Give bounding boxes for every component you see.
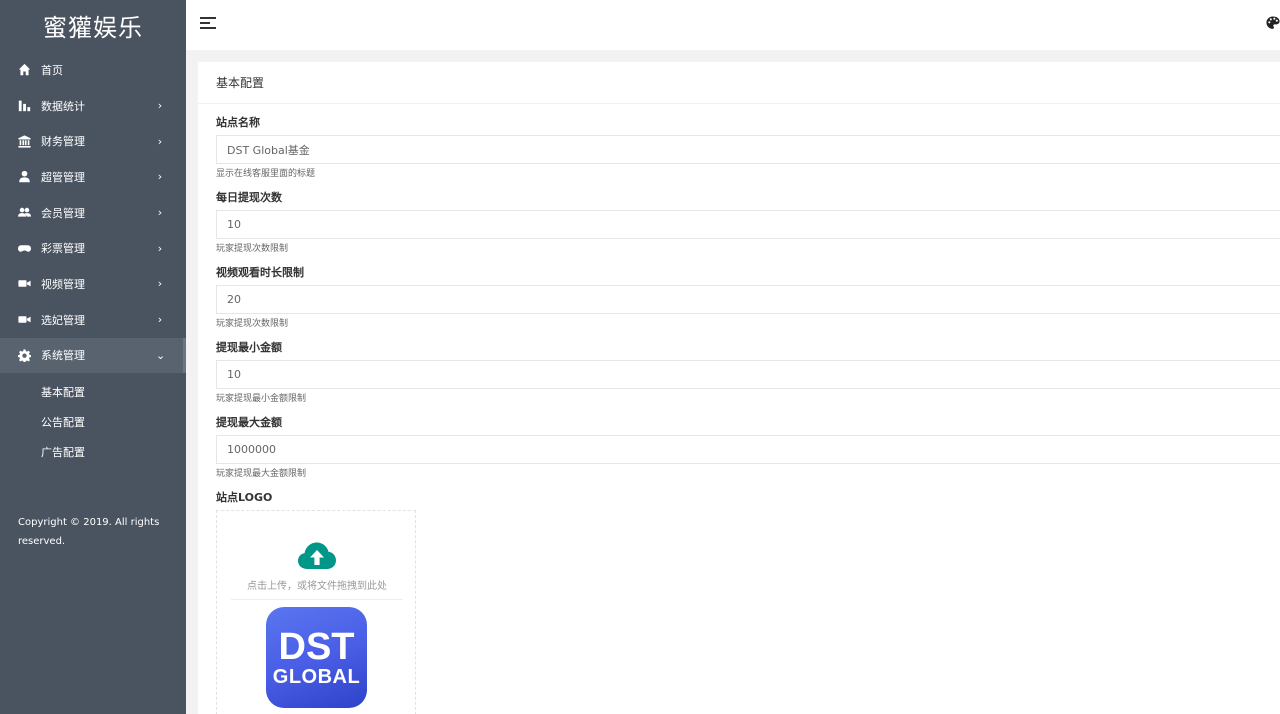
sidebar-item-lottery[interactable]: 彩票管理 › bbox=[0, 230, 186, 266]
sidebar-item-selection[interactable]: 选妃管理 › bbox=[0, 302, 186, 338]
chevron-right-icon: › bbox=[157, 241, 163, 255]
sidebar-item-label: 超管管理 bbox=[41, 170, 85, 184]
sidebar-item-admin[interactable]: 超管管理 › bbox=[0, 159, 186, 195]
site-name-input[interactable]: DST Global基金 bbox=[216, 135, 1280, 164]
sidebar-item-label: 数据统计 bbox=[41, 99, 85, 113]
sidebar-item-members[interactable]: 会员管理 › bbox=[0, 195, 186, 231]
sidebar-item-label: 彩票管理 bbox=[41, 242, 85, 256]
chevron-right-icon: › bbox=[157, 134, 163, 148]
video-camera-icon bbox=[17, 277, 31, 291]
min-withdraw-help: 玩家提现最小金额限制 bbox=[216, 394, 307, 404]
chevron-right-icon: › bbox=[157, 206, 163, 220]
page-title: 基本配置 bbox=[198, 62, 1280, 104]
chevron-right-icon: › bbox=[157, 99, 163, 113]
sidebar-item-home[interactable]: 首页 bbox=[0, 52, 186, 88]
user-icon bbox=[17, 170, 31, 184]
sidebar-item-label: 会员管理 bbox=[41, 206, 85, 220]
logo-text-line2: GLOBAL bbox=[272, 665, 361, 688]
sidebar-item-finance[interactable]: 财务管理 › bbox=[0, 123, 186, 159]
daily-withdraw-count-input[interactable]: 10 bbox=[216, 210, 1280, 239]
gear-icon bbox=[17, 348, 31, 362]
cloud-upload-icon bbox=[297, 541, 337, 571]
site-logo-label: 站点LOGO bbox=[216, 491, 273, 504]
copyright-text: Copyright © 2019. All rights reserved. bbox=[18, 517, 160, 547]
chevron-right-icon: › bbox=[157, 277, 163, 291]
brand-title[interactable]: 蜜獾娱乐 bbox=[0, 0, 186, 50]
bank-icon bbox=[17, 134, 31, 148]
upload-divider bbox=[231, 599, 403, 600]
users-icon bbox=[17, 206, 31, 220]
sidebar-item-label: 选妃管理 bbox=[41, 313, 85, 327]
sidebar-item-label: 视频管理 bbox=[41, 277, 85, 291]
sidebar: 蜜獾娱乐 首页 数据统计 › 财务管理 › 超管管理 › 会员管理 › 彩票管理… bbox=[0, 0, 186, 714]
sidebar-item-label: 财务管理 bbox=[41, 135, 85, 149]
logo-text-line1: DST bbox=[278, 625, 355, 668]
bar-chart-icon bbox=[17, 99, 31, 113]
max-withdraw-label: 提现最大金额 bbox=[216, 416, 282, 429]
sidebar-item-video[interactable]: 视频管理 › bbox=[0, 266, 186, 302]
daily-withdraw-count-label: 每日提现次数 bbox=[216, 191, 282, 204]
sidebar-subnav: 基本配置 公告配置 广告配置 bbox=[0, 373, 186, 467]
sidebar-item-system[interactable]: 系统管理 ⌄ bbox=[0, 337, 186, 374]
video-camera-icon bbox=[17, 313, 31, 327]
config-form: 站点名称 DST Global基金 显示在线客服里面的标题 每日提现次数 10 … bbox=[198, 104, 1280, 714]
subnav-item-basic-config[interactable]: 基本配置 bbox=[0, 377, 186, 407]
sidebar-nav: 首页 数据统计 › 财务管理 › 超管管理 › 会员管理 › 彩票管理 › 视频… bbox=[0, 52, 186, 374]
video-watch-limit-input[interactable]: 20 bbox=[216, 285, 1280, 314]
min-withdraw-label: 提现最小金额 bbox=[216, 341, 282, 354]
sidebar-item-label: 系统管理 bbox=[41, 349, 85, 363]
logo-upload-dropzone[interactable]: 点击上传，或将文件拖拽到此处 DST GLOBAL bbox=[216, 510, 416, 714]
sidebar-item-stats[interactable]: 数据统计 › bbox=[0, 88, 186, 124]
video-watch-limit-help: 玩家提现次数限制 bbox=[216, 319, 289, 329]
max-withdraw-input[interactable]: 1000000 bbox=[216, 435, 1280, 464]
config-card: 基本配置 站点名称 DST Global基金 显示在线客服里面的标题 每日提现次… bbox=[198, 62, 1280, 714]
palette-icon[interactable] bbox=[1266, 16, 1280, 32]
top-header bbox=[186, 0, 1280, 50]
menu-icon[interactable] bbox=[200, 17, 216, 31]
subnav-item-notice-config[interactable]: 公告配置 bbox=[0, 407, 186, 437]
home-icon bbox=[17, 63, 31, 77]
chevron-right-icon: › bbox=[157, 313, 163, 327]
min-withdraw-input[interactable]: 10 bbox=[216, 360, 1280, 389]
gamepad-icon bbox=[17, 241, 31, 255]
chevron-down-icon: ⌄ bbox=[156, 348, 166, 362]
site-name-label: 站点名称 bbox=[216, 116, 260, 129]
site-name-help: 显示在线客服里面的标题 bbox=[216, 169, 316, 179]
max-withdraw-help: 玩家提现最大金额限制 bbox=[216, 469, 307, 479]
subnav-item-ad-config[interactable]: 广告配置 bbox=[0, 437, 186, 467]
chevron-right-icon: › bbox=[157, 170, 163, 184]
upload-hint-text: 点击上传，或将文件拖拽到此处 bbox=[247, 581, 387, 592]
video-watch-limit-label: 视频观看时长限制 bbox=[216, 266, 304, 279]
site-logo-preview: DST GLOBAL bbox=[266, 607, 367, 708]
daily-withdraw-count-help: 玩家提现次数限制 bbox=[216, 244, 289, 254]
sidebar-item-label: 首页 bbox=[41, 63, 63, 77]
